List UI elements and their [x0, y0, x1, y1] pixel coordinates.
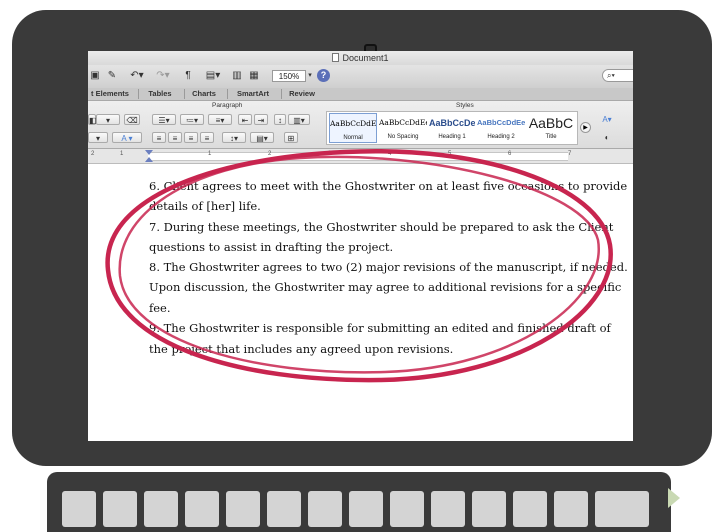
- zoom-select[interactable]: 150%: [272, 70, 306, 82]
- ruler[interactable]: 2 1 1 2 3 4 5 6 7: [88, 149, 633, 164]
- document-line: 9. The Ghostwriter is responsible for su…: [149, 321, 611, 335]
- style-heading-2[interactable]: AaBbCcDdEe Heading 2: [477, 113, 525, 143]
- styles-gallery: AaBbCcDdEe Normal AaBbCcDdEe No Spacing …: [326, 111, 578, 145]
- title-bar: Document1: [88, 51, 633, 65]
- left-indent-marker[interactable]: [145, 157, 153, 162]
- document-line: 7. During these meetings, the Ghostwrite…: [149, 220, 614, 234]
- search-icon: ⌕▾: [607, 71, 615, 80]
- view-layout-icon[interactable]: ▤▾: [202, 69, 224, 83]
- ruler-mark: 6: [508, 151, 512, 157]
- multilevel-list-icon[interactable]: ≡▾: [208, 114, 232, 125]
- zoom-dropdown-icon[interactable]: ▾: [306, 69, 314, 83]
- style-name: Heading 1: [438, 134, 466, 140]
- bullets-icon[interactable]: ☰▾: [152, 114, 176, 125]
- decrease-indent-icon[interactable]: ⇤: [238, 114, 252, 125]
- ruler-mark: 2: [91, 151, 95, 157]
- document-line: 8. The Ghostwriter agrees to two (2) maj…: [149, 260, 628, 274]
- document-page[interactable]: 6. Client agrees to meet with the Ghostw…: [88, 164, 633, 441]
- line-spacing-icon[interactable]: ↕▾: [222, 132, 246, 143]
- style-sample: AaBbCcDdEe: [330, 119, 376, 128]
- document-line: the project that includes any agreed upo…: [149, 342, 454, 356]
- ruler-mark: 1: [208, 151, 212, 157]
- document-line: 6. Client agrees to meet with the Ghostw…: [149, 179, 628, 193]
- paragraph-group-label: Paragraph: [212, 102, 243, 109]
- columns-icon[interactable]: ▥▾: [288, 114, 310, 125]
- document-icon: [332, 53, 340, 62]
- document-line: Upon discussion, the Ghostwriter may agr…: [149, 280, 622, 294]
- styles-group-label: Styles: [456, 102, 474, 109]
- tab-divider: [138, 89, 139, 99]
- highlight-icon[interactable]: ▾: [96, 114, 120, 125]
- first-line-indent-marker[interactable]: [145, 150, 153, 155]
- align-center-icon[interactable]: ≡: [168, 132, 182, 143]
- align-left-icon[interactable]: ≡: [152, 132, 166, 143]
- style-name: No Spacing: [387, 134, 419, 140]
- tab-tables[interactable]: Tables: [140, 88, 180, 100]
- borders-icon[interactable]: ⊞: [284, 132, 298, 143]
- style-name: Title: [545, 134, 557, 140]
- paste-icon[interactable]: ▣: [88, 69, 102, 83]
- align-right-icon[interactable]: ≡: [184, 132, 198, 143]
- numbering-icon[interactable]: ≔▾: [180, 114, 204, 125]
- justify-icon[interactable]: ≡: [200, 132, 214, 143]
- search-input[interactable]: ⌕▾: [602, 69, 633, 82]
- standard-toolbar: ▣ ✎ ↶▾ ↷▾ ¶ ▤▾ ▥ ▦ 150% ▾ ? ⌕▾: [88, 65, 633, 88]
- ribbon-tabs: t Elements Tables Charts SmartArt Review: [88, 88, 633, 101]
- format-painter-icon[interactable]: ✎: [104, 69, 120, 83]
- shading-icon[interactable]: ▤▾: [250, 132, 274, 143]
- ruler-mark: 4: [388, 151, 392, 157]
- tab-divider: [281, 89, 282, 99]
- increase-indent-icon[interactable]: ⇥: [254, 114, 268, 125]
- style-sample: AaBbC: [528, 115, 574, 131]
- style-name: Heading 2: [487, 134, 515, 140]
- tab-review[interactable]: Review: [283, 88, 321, 100]
- style-heading-1[interactable]: AaBbCcDe Heading 1: [429, 113, 475, 143]
- redo-icon[interactable]: ↷▾: [152, 69, 174, 83]
- show-formatting-button[interactable]: ¶: [182, 69, 194, 83]
- undo-icon[interactable]: ↶▾: [126, 69, 148, 83]
- style-title[interactable]: AaBbC Title: [527, 113, 575, 143]
- style-sample: AaBbCcDe: [429, 118, 475, 128]
- ruler-mark: 7: [568, 151, 572, 157]
- ruler-mark: 3: [328, 151, 332, 157]
- style-normal[interactable]: AaBbCcDdEe Normal: [329, 113, 377, 143]
- keyboard: [47, 472, 671, 532]
- ruler-mark: 2: [268, 151, 272, 157]
- ruler-mark: 5: [448, 151, 452, 157]
- font-size-icon[interactable]: ▾: [88, 132, 108, 143]
- text-effects-icon[interactable]: A ▾: [112, 132, 142, 143]
- help-button[interactable]: ?: [317, 69, 330, 82]
- sort-icon[interactable]: ↕: [274, 114, 286, 125]
- tab-smartart[interactable]: SmartArt: [229, 88, 277, 100]
- style-no-spacing[interactable]: AaBbCcDdEe No Spacing: [379, 113, 427, 143]
- styles-pane-icon[interactable]: ◐: [598, 132, 616, 143]
- toolbox-icon[interactable]: ▦: [246, 69, 262, 83]
- word-window: Document1 ▣ ✎ ↶▾ ↷▾ ¶ ▤▾ ▥ ▦ 150% ▾ ? ⌕▾…: [88, 51, 633, 441]
- ribbon-home: Paragraph Styles ◧ ▾ A ▾ ▾ ⌫ ☰▾ ≔▾ ≡▾ ⇤ …: [88, 101, 633, 149]
- ruler-mark: 1: [120, 151, 124, 157]
- styles-next-icon[interactable]: ▶: [580, 122, 591, 133]
- document-line: details of [her] life.: [149, 199, 261, 213]
- tab-document-elements[interactable]: t Elements: [88, 88, 132, 100]
- document-line: fee.: [149, 301, 171, 315]
- tab-divider: [227, 89, 228, 99]
- sidebar-icon[interactable]: ▥: [230, 69, 244, 83]
- clear-format-icon[interactable]: ⌫: [124, 114, 140, 125]
- style-sample: AaBbCcDdEe: [477, 118, 525, 127]
- document-line: questions to assist in drafting the proj…: [149, 240, 394, 254]
- font-color-icon[interactable]: ◧: [88, 114, 97, 125]
- style-sample: AaBbCcDdEe: [379, 118, 427, 127]
- decorative-arrow: [668, 488, 680, 508]
- style-name: Normal: [343, 135, 363, 141]
- tab-charts[interactable]: Charts: [185, 88, 223, 100]
- window-title: Document1: [342, 53, 389, 63]
- change-styles-icon[interactable]: A▾: [598, 114, 616, 125]
